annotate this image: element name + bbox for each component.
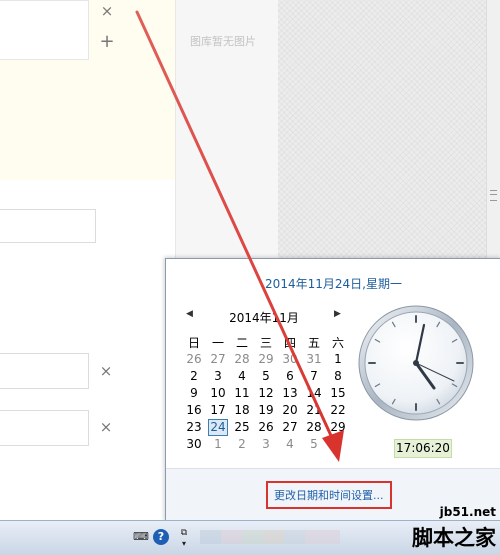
calendar-day[interactable]: 27 <box>208 352 228 366</box>
next-month-icon[interactable]: ▶ <box>334 309 341 319</box>
date-header[interactable]: 2014年11月24日,星期一 <box>166 275 500 292</box>
option-field-1[interactable] <box>0 353 89 389</box>
remove-option-1-icon[interactable]: × <box>98 364 114 379</box>
calendar-row: 30 1 2 3 4 5 6 <box>184 437 354 453</box>
calendar-day[interactable]: 2 <box>232 437 252 451</box>
calendar-day[interactable]: 11 <box>232 386 252 400</box>
calendar-day[interactable]: 19 <box>256 403 276 417</box>
calendar-day[interactable]: 28 <box>304 420 324 434</box>
calendar-day[interactable]: 30 <box>184 437 204 451</box>
weekday-label: 六 <box>331 336 344 350</box>
calendar-day[interactable]: 28 <box>232 352 252 366</box>
calendar-day[interactable]: 7 <box>304 369 324 383</box>
calendar-day[interactable]: 12 <box>256 386 276 400</box>
calendar-day[interactable]: 30 <box>280 352 300 366</box>
taskbar-tray-blur <box>200 530 340 544</box>
upload-area: × + <box>0 0 175 180</box>
chevron-down-icon[interactable]: ▾ <box>176 536 192 552</box>
weekday-label: 四 <box>283 336 296 350</box>
help-icon[interactable]: ? <box>153 529 169 545</box>
keyboard-icon[interactable]: ⌨ <box>133 529 149 545</box>
calendar-nav: ◀ 2014年11月 ▶ <box>184 309 344 325</box>
calendar-day[interactable]: 29 <box>328 420 348 434</box>
calendar-day[interactable]: 13 <box>280 386 300 400</box>
editor-panel: × + × × <box>0 0 175 520</box>
calendar-day[interactable]: 3 <box>208 369 228 383</box>
calendar-day[interactable]: 14 <box>304 386 324 400</box>
calendar-day[interactable]: 18 <box>232 403 252 417</box>
calendar-row: 26 27 28 29 30 31 1 <box>184 352 354 368</box>
calendar-day[interactable]: 8 <box>328 369 348 383</box>
calendar-day[interactable]: 9 <box>184 386 204 400</box>
calendar-row: 2 3 4 5 6 7 8 <box>184 369 354 385</box>
month-title[interactable]: 2014年11月 <box>184 309 344 326</box>
calendar-day[interactable]: 26 <box>256 420 276 434</box>
calendar-row: 16 17 18 19 20 21 22 <box>184 403 354 419</box>
analog-clock-icon <box>358 305 474 421</box>
calendar-day[interactable]: 1 <box>328 352 348 366</box>
upload-box[interactable] <box>0 0 89 60</box>
add-icon[interactable]: + <box>99 33 115 51</box>
watermark-logo: jb51.net 脚本之家 <box>400 505 500 554</box>
calendar-day[interactable]: 22 <box>328 403 348 417</box>
calendar-day[interactable]: 16 <box>184 403 204 417</box>
calendar-day[interactable]: 31 <box>304 352 324 366</box>
calendar-day[interactable]: 5 <box>304 437 324 451</box>
calendar-day[interactable]: 20 <box>280 403 300 417</box>
calendar-day[interactable]: 23 <box>184 420 204 434</box>
calendar-day[interactable]: 21 <box>304 403 324 417</box>
option-field-2[interactable] <box>0 410 89 446</box>
calendar-day[interactable]: 6 <box>280 369 300 383</box>
clock-popup: 2014年11月24日,星期一 ◀ 2014年11月 ▶ 日 一 二 三 四 五… <box>165 258 500 522</box>
gallery-empty-text: 图库暂无图片 <box>190 35 256 48</box>
calendar-day[interactable]: 17 <box>208 403 228 417</box>
calendar-day[interactable]: 10 <box>208 386 228 400</box>
calendar-day[interactable]: 25 <box>232 420 252 434</box>
close-icon[interactable]: × <box>99 4 115 19</box>
calendar-day[interactable]: 3 <box>256 437 276 451</box>
watermark-name: 脚本之家 <box>412 525 496 550</box>
calendar-day-today[interactable]: 24 <box>208 419 228 436</box>
calendar-day[interactable]: 27 <box>280 420 300 434</box>
weekday-label: 一 <box>211 336 224 350</box>
calendar-day[interactable]: 1 <box>208 437 228 451</box>
change-datetime-settings-link[interactable]: 更改日期和时间设置... <box>266 481 392 509</box>
scroll-grip-icon[interactable] <box>490 190 497 201</box>
calendar-day[interactable]: 26 <box>184 352 204 366</box>
calendar-row: 9 10 11 12 13 14 15 <box>184 386 354 402</box>
calendar-day[interactable]: 2 <box>184 369 204 383</box>
text-field[interactable] <box>0 209 96 243</box>
calendar-day[interactable]: 29 <box>256 352 276 366</box>
calendar-day[interactable]: 4 <box>232 369 252 383</box>
weekday-label: 五 <box>307 336 320 350</box>
calendar-row: 23 24 25 26 27 28 29 <box>184 419 354 436</box>
remove-option-2-icon[interactable]: × <box>98 420 114 435</box>
digital-time: 17:06:20 <box>394 439 452 458</box>
calendar-day[interactable]: 5 <box>256 369 276 383</box>
calendar-day[interactable]: 15 <box>328 386 348 400</box>
weekday-label: 日 <box>187 336 200 350</box>
calendar-day[interactable]: 4 <box>280 437 300 451</box>
watermark-site: jb51.net <box>439 505 496 519</box>
weekday-label: 二 <box>235 336 248 350</box>
weekday-label: 三 <box>259 336 272 350</box>
calendar-day[interactable]: 6 <box>328 437 348 451</box>
